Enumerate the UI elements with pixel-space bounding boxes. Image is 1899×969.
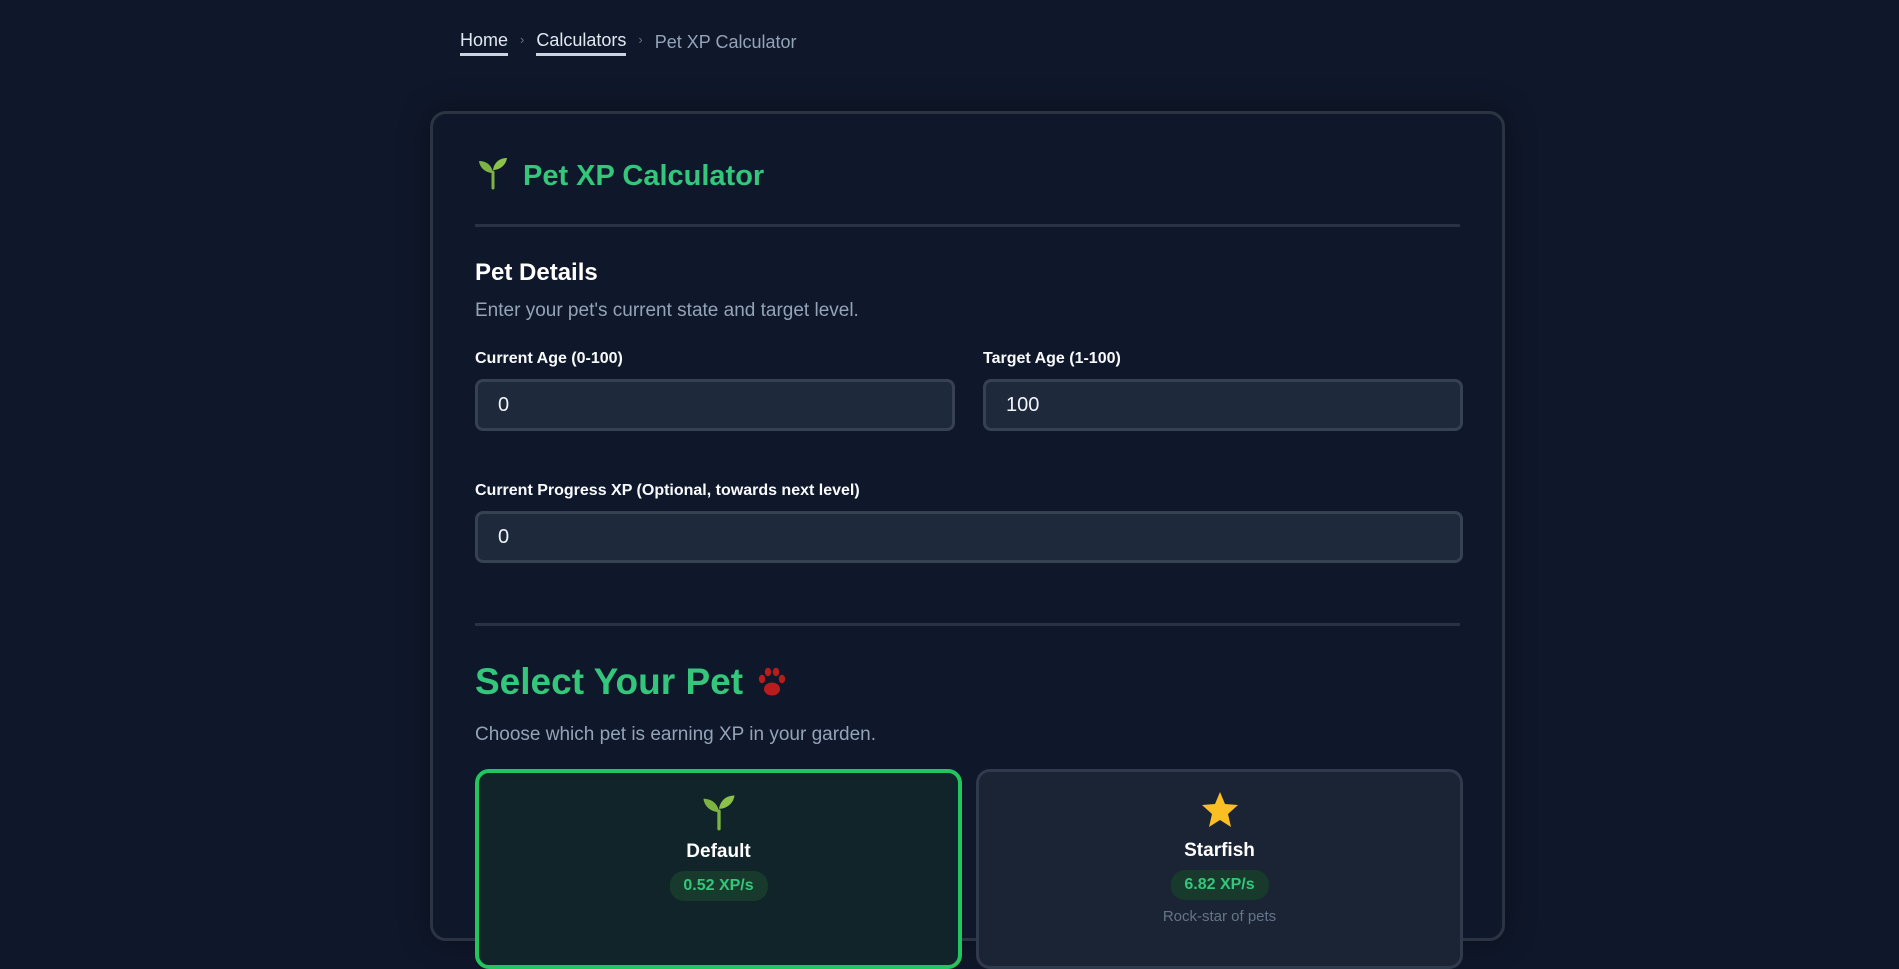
target-age-input[interactable] (983, 379, 1463, 431)
current-progress-label: Current Progress XP (Optional, towards n… (475, 482, 860, 499)
page-title: Pet XP Calculator (523, 159, 765, 192)
breadcrumb-home-link[interactable]: Home (460, 28, 509, 56)
target-age-label: Target Age (1-100) (983, 350, 1121, 367)
current-progress-input[interactable] (475, 511, 1463, 563)
section-divider (475, 623, 1460, 626)
pet-description: Rock-star of pets (1162, 908, 1277, 925)
current-age-label: Current Age (0-100) (475, 350, 623, 367)
star-icon (1201, 792, 1238, 827)
paw-icon (758, 667, 786, 696)
pet-xp-rate-badge: 0.52 XP/s (669, 871, 768, 901)
breadcrumb-separator: › (520, 31, 525, 47)
pet-card-starfish[interactable]: Starfish 6.82 XP/s Rock-star of pets (976, 769, 1463, 969)
sprout-icon (479, 158, 507, 190)
breadcrumb-separator: › (638, 31, 643, 47)
pet-name: Default (686, 841, 751, 862)
pet-name: Starfish (1184, 840, 1255, 861)
select-pet-title: Select Your Pet (475, 661, 744, 702)
select-pet-title-row: Select Your Pet (475, 661, 791, 703)
page-title-row: Pet XP Calculator (475, 158, 764, 194)
breadcrumb: Home › Calculators › Pet XP Calculator (460, 28, 797, 56)
select-pet-description: Choose which pet is earning XP in your g… (475, 724, 877, 745)
section-divider (475, 224, 1460, 227)
pet-details-description: Enter your pet's current state and targe… (475, 300, 859, 321)
pet-details-title: Pet Details (475, 259, 598, 286)
sprout-icon (702, 795, 735, 831)
current-age-input[interactable] (475, 379, 955, 431)
calculator-card: Pet XP Calculator Pet Details Enter your… (430, 111, 1505, 969)
breadcrumb-calculators-link[interactable]: Calculators (536, 28, 627, 56)
breadcrumb-current: Pet XP Calculator (654, 32, 797, 52)
pet-xp-rate-badge: 6.82 XP/s (1170, 870, 1269, 900)
pet-card-default[interactable]: Default 0.52 XP/s (475, 769, 962, 969)
